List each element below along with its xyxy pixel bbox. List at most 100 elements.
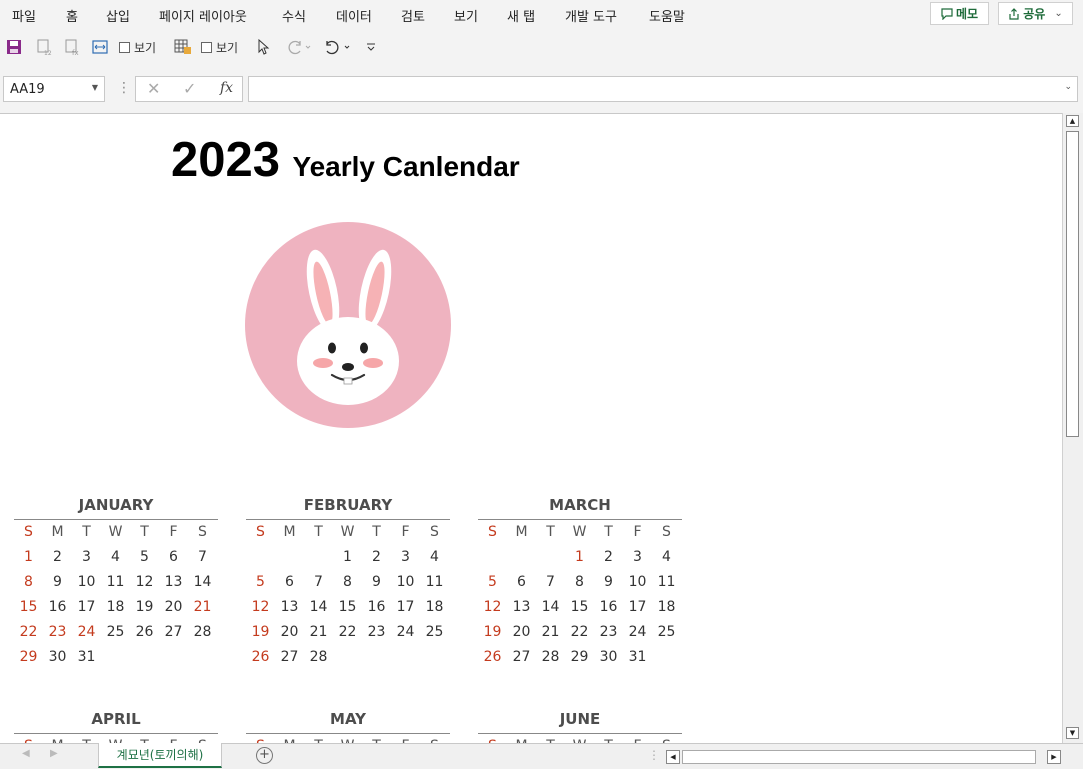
- day-cell[interactable]: 10: [72, 570, 101, 595]
- scroll-up-icon[interactable]: ▲: [1066, 115, 1079, 127]
- day-cell[interactable]: 3: [72, 545, 101, 570]
- day-cell[interactable]: 17: [391, 595, 420, 620]
- day-cell[interactable]: 13: [275, 595, 304, 620]
- day-cell[interactable]: 11: [101, 570, 130, 595]
- day-cell[interactable]: [652, 645, 681, 670]
- day-cell[interactable]: 19: [478, 620, 507, 645]
- menu-page-layout[interactable]: 페이지 레이아웃: [159, 6, 247, 25]
- day-cell[interactable]: [333, 645, 362, 670]
- day-cell[interactable]: 14: [536, 595, 565, 620]
- worksheet[interactable]: 2023 Yearly Canlendar JANUARY S M T W T F S 1 2 3 4…: [0, 113, 1062, 744]
- day-cell[interactable]: 28: [188, 620, 217, 645]
- day-cell[interactable]: 7: [536, 570, 565, 595]
- day-cell[interactable]: 13: [159, 570, 188, 595]
- day-cell[interactable]: 26: [478, 645, 507, 670]
- day-cell[interactable]: 21: [304, 620, 333, 645]
- day-cell[interactable]: 23: [43, 620, 72, 645]
- redo-icon[interactable]: [286, 38, 312, 56]
- day-cell[interactable]: 14: [304, 595, 333, 620]
- menu-new-tab[interactable]: 새 탭: [507, 6, 535, 25]
- day-cell[interactable]: [420, 645, 449, 670]
- day-cell[interactable]: [159, 645, 188, 670]
- chevron-down-icon[interactable]: ⌄: [1064, 82, 1072, 92]
- day-cell[interactable]: 30: [43, 645, 72, 670]
- day-cell[interactable]: 11: [652, 570, 681, 595]
- day-cell[interactable]: [362, 645, 391, 670]
- day-cell[interactable]: 25: [101, 620, 130, 645]
- day-cell[interactable]: 29: [14, 645, 43, 670]
- day-cell[interactable]: 24: [623, 620, 652, 645]
- save-icon[interactable]: [6, 38, 22, 56]
- chevron-down-icon[interactable]: ▼: [92, 83, 98, 92]
- day-cell[interactable]: 15: [565, 595, 594, 620]
- day-cell[interactable]: 29: [565, 645, 594, 670]
- menu-file[interactable]: 파일: [12, 6, 36, 25]
- day-cell[interactable]: 21: [188, 595, 217, 620]
- day-cell[interactable]: 5: [246, 570, 275, 595]
- day-cell[interactable]: 25: [420, 620, 449, 645]
- day-cell[interactable]: 18: [101, 595, 130, 620]
- menu-formulas[interactable]: 수식: [282, 6, 306, 25]
- day-cell[interactable]: 24: [72, 620, 101, 645]
- day-cell[interactable]: 2: [43, 545, 72, 570]
- menu-home[interactable]: 홈: [66, 6, 78, 25]
- day-cell[interactable]: 25: [652, 620, 681, 645]
- horizontal-scroll-thumb[interactable]: [682, 750, 1036, 764]
- day-cell[interactable]: 3: [391, 545, 420, 570]
- day-cell[interactable]: [507, 545, 536, 570]
- day-cell[interactable]: 19: [130, 595, 159, 620]
- day-cell[interactable]: 21: [536, 620, 565, 645]
- undo-icon[interactable]: [323, 38, 353, 56]
- day-cell[interactable]: 1: [333, 545, 362, 570]
- day-cell[interactable]: 9: [594, 570, 623, 595]
- share-button[interactable]: 공유 ⌄: [998, 2, 1073, 25]
- select-pointer-icon[interactable]: [257, 38, 271, 56]
- day-cell[interactable]: 8: [565, 570, 594, 595]
- day-cell[interactable]: 4: [420, 545, 449, 570]
- paste-formula-icon[interactable]: fx: [64, 38, 80, 56]
- day-cell[interactable]: 28: [536, 645, 565, 670]
- day-cell[interactable]: 16: [362, 595, 391, 620]
- day-cell[interactable]: 22: [14, 620, 43, 645]
- day-cell[interactable]: 9: [43, 570, 72, 595]
- day-cell[interactable]: 27: [275, 645, 304, 670]
- day-cell[interactable]: [275, 545, 304, 570]
- day-cell[interactable]: 26: [130, 620, 159, 645]
- prev-sheet-icon[interactable]: ◀: [22, 748, 30, 759]
- day-cell[interactable]: 1: [14, 545, 43, 570]
- day-cell[interactable]: 5: [130, 545, 159, 570]
- day-cell[interactable]: 13: [507, 595, 536, 620]
- name-box[interactable]: AA19 ▼: [3, 76, 105, 102]
- fit-width-icon[interactable]: [92, 38, 108, 56]
- day-cell[interactable]: 19: [246, 620, 275, 645]
- sheet-tab-active[interactable]: 계묘년(토끼의해): [98, 743, 222, 768]
- day-cell[interactable]: 6: [507, 570, 536, 595]
- day-cell[interactable]: 6: [275, 570, 304, 595]
- scroll-right-icon[interactable]: ▶: [1047, 750, 1061, 764]
- menu-developer[interactable]: 개발 도구: [565, 6, 617, 25]
- day-cell[interactable]: 26: [246, 645, 275, 670]
- day-cell[interactable]: [478, 545, 507, 570]
- day-cell[interactable]: 15: [14, 595, 43, 620]
- more-options-icon[interactable]: ⋮: [648, 748, 660, 762]
- menu-data[interactable]: 데이터: [336, 6, 372, 25]
- day-cell[interactable]: 2: [362, 545, 391, 570]
- menu-help[interactable]: 도움말: [649, 6, 685, 25]
- day-cell[interactable]: 4: [101, 545, 130, 570]
- menu-insert[interactable]: 삽입: [106, 6, 130, 25]
- day-cell[interactable]: [536, 545, 565, 570]
- menu-view[interactable]: 보기: [454, 6, 478, 25]
- day-cell[interactable]: 9: [362, 570, 391, 595]
- insert-function-icon[interactable]: fx: [220, 80, 233, 96]
- day-cell[interactable]: 22: [333, 620, 362, 645]
- more-options-icon[interactable]: ⋮: [117, 80, 131, 96]
- day-cell[interactable]: 7: [188, 545, 217, 570]
- memo-button[interactable]: 메모: [930, 2, 989, 25]
- day-cell[interactable]: 22: [565, 620, 594, 645]
- day-cell[interactable]: 20: [275, 620, 304, 645]
- day-cell[interactable]: [391, 645, 420, 670]
- day-cell[interactable]: [304, 545, 333, 570]
- scroll-left-icon[interactable]: ◀: [666, 750, 680, 764]
- day-cell[interactable]: 24: [391, 620, 420, 645]
- day-cell[interactable]: [246, 545, 275, 570]
